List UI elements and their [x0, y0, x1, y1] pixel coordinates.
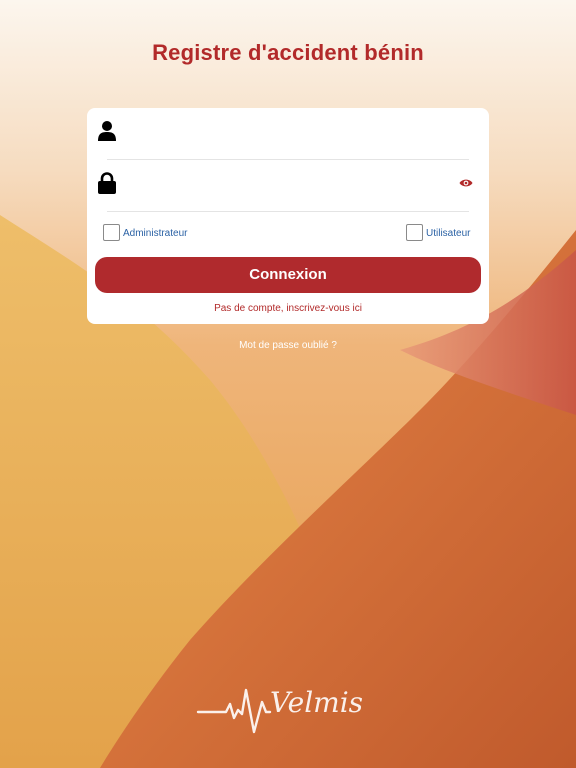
- velmis-logo: Velmis: [196, 686, 363, 734]
- divider: [107, 159, 469, 160]
- velmis-logo-text: Velmis: [270, 686, 363, 719]
- forgot-password-link[interactable]: Mot de passe oublié ?: [0, 340, 576, 351]
- lock-icon: [98, 172, 116, 194]
- password-input[interactable]: [127, 174, 447, 194]
- user-checkbox[interactable]: [406, 224, 423, 241]
- login-card: Administrateur Utilisateur Connexion Pas…: [87, 108, 489, 324]
- login-button[interactable]: Connexion: [95, 257, 481, 293]
- divider: [107, 211, 469, 212]
- status-bar: [0, 0, 576, 10]
- user-icon: [98, 121, 116, 141]
- user-label: Utilisateur: [426, 228, 471, 239]
- eye-icon[interactable]: [459, 178, 473, 188]
- username-input[interactable]: [127, 122, 457, 142]
- administrator-label: Administrateur: [123, 228, 188, 239]
- administrator-checkbox[interactable]: [103, 224, 120, 241]
- signup-link[interactable]: Pas de compte, inscrivez-vous ici: [87, 303, 489, 314]
- page-title: Registre d'accident bénin: [152, 40, 424, 65]
